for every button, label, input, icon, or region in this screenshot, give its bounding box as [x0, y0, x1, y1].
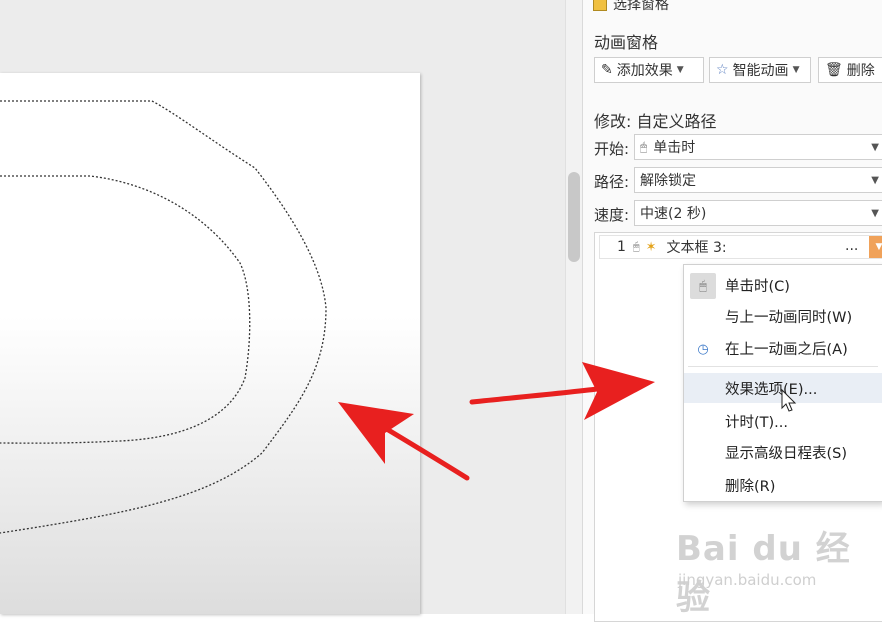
path-value: 解除锁定: [640, 173, 696, 189]
chevron-down-icon: ▼: [871, 141, 879, 153]
pencil-icon: ✎: [601, 62, 613, 78]
slide-canvas[interactable]: [0, 73, 420, 614]
effect-star-icon: ✶: [645, 239, 657, 255]
smart-animation-label: 智能动画: [732, 63, 789, 79]
menu-separator: [688, 366, 878, 367]
clock-icon: ◷: [697, 341, 709, 357]
start-value: 单击时: [653, 140, 696, 156]
path-select[interactable]: 解除锁定 ▼: [634, 167, 882, 193]
list-item[interactable]: 1 🖱 ✶ 文本框 3: ... ▼: [599, 235, 882, 259]
star-icon: ☆: [716, 62, 729, 78]
start-label: 开始:: [594, 140, 630, 158]
chevron-down-icon: ▼: [871, 174, 879, 186]
menu-item-label: 效果选项(E)...: [725, 381, 818, 398]
speed-select[interactable]: 中速(2 秒) ▼: [634, 200, 882, 226]
menu-item-label: 删除(R): [725, 478, 776, 495]
selection-pane-link[interactable]: 选择窗格: [593, 0, 669, 14]
animation-number: 1: [617, 239, 626, 255]
menu-item-label: 与上一动画同时(W): [725, 309, 853, 326]
animation-label: 文本框 3:: [666, 240, 727, 256]
delete-label: 删除: [846, 63, 875, 79]
outer-custom-path[interactable]: [0, 100, 327, 534]
start-select[interactable]: 🖱 单击时 ▼: [634, 134, 882, 160]
menu-item-after-previous[interactable]: ◷ 在上一动画之后(A): [684, 333, 882, 363]
menu-item-delete[interactable]: 删除(R): [684, 470, 882, 500]
trash-icon: 🗑: [825, 62, 843, 78]
animation-context-menu: 🖱 单击时(C) 与上一动画同时(W) ◷ 在上一动画之后(A) 效果选项(E)…: [683, 264, 882, 502]
add-effect-label: 添加效果: [616, 63, 673, 79]
baidu-watermark: Bai du 经验 jingyan.baidu.com: [676, 521, 882, 619]
selection-pane-label: 选择窗格: [613, 0, 669, 13]
selection-pane-icon: [593, 0, 607, 11]
menu-item-effect-options[interactable]: 效果选项(E)...: [684, 373, 882, 403]
slide-workspace: [0, 0, 565, 614]
menu-item-with-previous[interactable]: 与上一动画同时(W): [684, 301, 882, 331]
scrollbar-thumb[interactable]: [568, 172, 580, 262]
watermark-site: jingyan.baidu.com: [678, 571, 817, 589]
menu-item-on-click[interactable]: 🖱 单击时(C): [684, 270, 882, 300]
mouse-icon: 🖱: [690, 273, 716, 299]
vertical-scrollbar[interactable]: [565, 0, 582, 614]
panel-title: 动画窗格: [594, 33, 659, 52]
animation-more: ...: [845, 238, 859, 254]
menu-item-label: 在上一动画之后(A): [725, 341, 848, 358]
menu-item-label: 显示高级日程表(S): [725, 445, 848, 462]
chevron-down-icon[interactable]: ▼: [869, 236, 882, 258]
chevron-down-icon: ▼: [676, 65, 684, 75]
smart-animation-button[interactable]: ☆ 智能动画 ▼: [709, 57, 811, 83]
path-label: 路径:: [594, 173, 630, 191]
add-effect-button[interactable]: ✎ 添加效果 ▼: [594, 57, 704, 83]
inner-custom-path[interactable]: [0, 175, 251, 444]
speed-value: 中速(2 秒): [640, 206, 707, 222]
modify-label: 修改: 自定义路径: [594, 112, 717, 131]
menu-item-label: 单击时(C): [725, 278, 790, 295]
menu-item-advanced-timeline[interactable]: 显示高级日程表(S): [684, 437, 882, 467]
chevron-down-icon: ▼: [792, 65, 800, 75]
mouse-icon: 🖱: [633, 240, 640, 253]
chevron-down-icon: ▼: [871, 207, 879, 219]
delete-button[interactable]: 🗑 删除: [818, 57, 882, 83]
mouse-icon: 🖱: [640, 139, 648, 154]
motion-paths: [0, 100, 327, 534]
speed-label: 速度:: [594, 206, 630, 224]
menu-item-timing[interactable]: 计时(T)...: [684, 406, 882, 436]
menu-item-label: 计时(T)...: [725, 414, 788, 431]
